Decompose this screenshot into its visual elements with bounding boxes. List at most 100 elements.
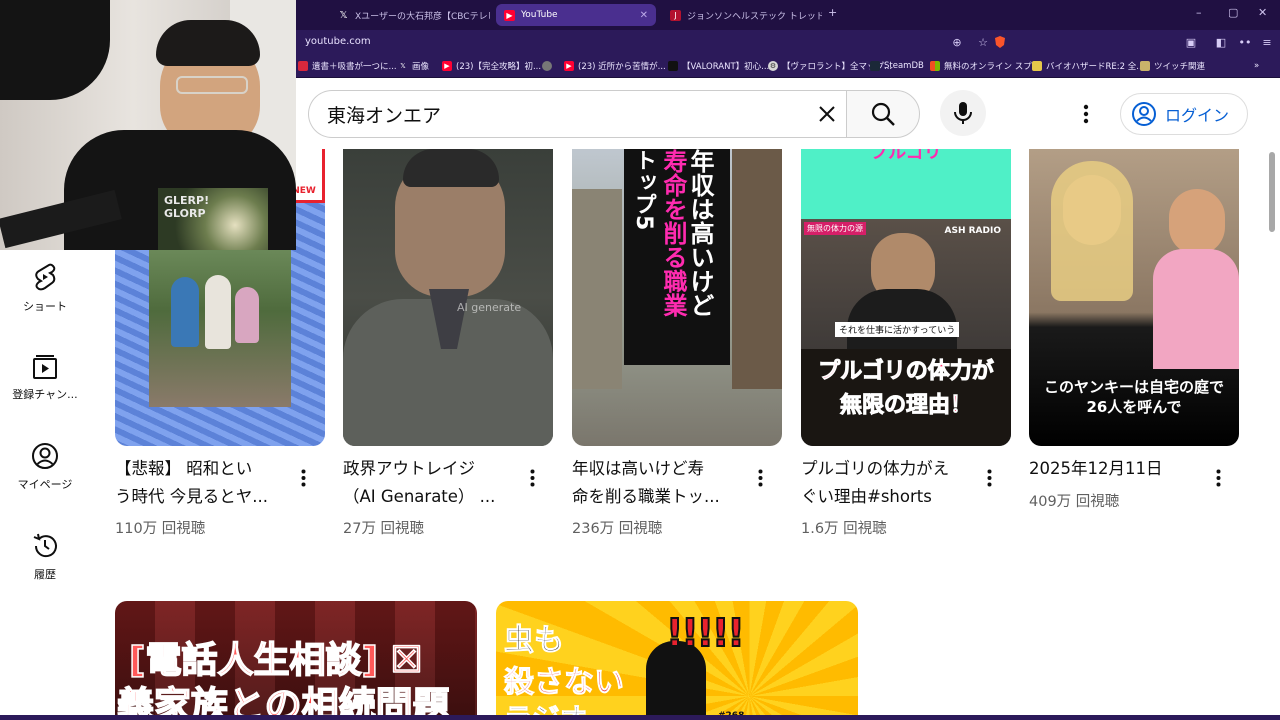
thumbnail-face: [1169, 189, 1225, 255]
johnson-icon: J: [670, 9, 681, 21]
tab-x-post[interactable]: 𝕏 Xユーザーの大石邦彦【CBCテレビ解説委: [330, 4, 490, 26]
video-menu-button[interactable]: [295, 464, 311, 492]
shorts-icon: [35, 263, 56, 291]
thumbnail-subtitle: それを仕事に活かすっていう: [835, 322, 960, 337]
close-tab-icon[interactable]: ✕: [640, 10, 648, 21]
kebab-menu-icon: [1216, 469, 1220, 487]
video-title-1[interactable]: 【悲報】 昭和とい う時代 今見るとヤ...: [115, 455, 291, 511]
kebab-menu-icon: [1083, 104, 1089, 124]
clear-search-button[interactable]: [810, 97, 844, 131]
bookmark-star-icon[interactable]: ☆: [976, 35, 990, 49]
sidebar-item-mypage[interactable]: マイページ: [0, 442, 90, 492]
thumbnail-figure: [205, 275, 231, 349]
bookmark-item[interactable]: ▶ (23) 近所から苦情が...: [564, 58, 666, 74]
x-logo-icon: 𝕏: [339, 9, 348, 21]
search-button[interactable]: [846, 90, 920, 138]
minimize-button[interactable]: –: [1196, 6, 1202, 19]
sidebar-item-shorts[interactable]: ショート: [0, 262, 90, 314]
login-button[interactable]: ログイン: [1120, 93, 1248, 135]
settings-more-button[interactable]: [1072, 98, 1100, 130]
microphone-icon: [954, 102, 972, 124]
screen: 𝕏 Xユーザーの大石邦彦【CBCテレビ解説委 ▶ YouTube ✕ J ジョン…: [0, 0, 1280, 720]
sidebar-item-subscriptions[interactable]: 登録チャン...: [0, 352, 90, 402]
thumbnail-building: [732, 149, 782, 389]
extension-icon[interactable]: ••: [1238, 35, 1252, 49]
video-menu-button[interactable]: [752, 464, 768, 492]
thumbnail-building: [572, 189, 622, 389]
zoom-icon[interactable]: ⊕: [950, 35, 964, 49]
url-field[interactable]: youtube.com: [305, 36, 371, 47]
thumbnail-hair: [403, 149, 499, 187]
bookmark-item[interactable]: 【VALORANT】初心...: [668, 58, 769, 74]
title-line: ぐい理由#shorts: [801, 487, 932, 506]
tab-johnson[interactable]: J ジョンソンヘルステック トレッドミル 業務用: [662, 4, 822, 26]
webcam-shirt-text: GLERP! GLORP: [164, 194, 210, 220]
bookmark-label: 画像: [412, 62, 430, 72]
thumbnail-shirt: [847, 289, 957, 353]
video-menu-button[interactable]: [1210, 464, 1226, 492]
bookmark-folder[interactable]: ツイッチ関連: [1140, 58, 1205, 74]
sidebar-item-label: 登録チャン...: [12, 388, 78, 401]
thumbnail-title-2: 殺さない: [504, 665, 625, 701]
kebab-menu-icon: [758, 469, 762, 487]
webcam-hair: [156, 20, 260, 66]
bookmark-label: SteamDB: [884, 61, 924, 71]
bookmark-item[interactable]: 遺書＋吸書が一つに...: [298, 58, 397, 74]
thumbnail-top-text: プルゴリ: [870, 149, 942, 163]
scrollbar-thumb[interactable]: [1269, 152, 1275, 232]
video-title-3[interactable]: 年収は高いけど寿 命を削る職業トッ...: [572, 455, 748, 511]
video-thumbnail-4[interactable]: プルゴリ 無限の体力の源 ASH RADIO それを仕事に活かすっていう プルゴ…: [801, 149, 1011, 446]
tab-youtube[interactable]: ▶ YouTube ✕: [496, 4, 656, 26]
view-count: 27万 回視聴: [343, 521, 425, 537]
bookmark-label: (23)【完全攻略】初...: [456, 62, 542, 72]
ai-watermark: AI generate: [457, 301, 522, 314]
thumbnail-figure: [235, 287, 259, 343]
thumbnail-big-text-1: プルゴリの体力が: [818, 359, 995, 385]
video-title-5[interactable]: 2025年12月11日: [1029, 455, 1209, 483]
video-menu-button[interactable]: [524, 464, 540, 492]
microsoft-icon: [930, 61, 940, 71]
sidebar-item-label: 履歴: [34, 568, 56, 581]
bookmark-item[interactable]: ▶ (23)【完全攻略】初...: [442, 58, 541, 74]
thumbnail-exclaim: !!!!!: [665, 610, 746, 656]
thumbnail-brand: ASH RADIO: [944, 226, 1001, 236]
bookmark-item[interactable]: 𝕏 画像: [398, 58, 429, 74]
video-thumbnail-5[interactable]: このヤンキーは自宅の庭で 26人を呼んで: [1029, 149, 1239, 446]
bookmark-item[interactable]: [542, 58, 556, 74]
video-thumbnail-2[interactable]: AI generate: [343, 149, 553, 446]
gear-circle-icon: ⚙: [768, 61, 778, 71]
bookmark-item[interactable]: バイオハザードRE:2 全...: [1032, 58, 1144, 74]
search-input[interactable]: [327, 100, 787, 128]
video-menu-button[interactable]: [981, 464, 997, 492]
video-thumbnail-7[interactable]: 虫も 殺さない ラジオ !!!!! #268: [496, 601, 858, 720]
bookmark-item[interactable]: 無料のオンライン スプ...: [930, 58, 1040, 74]
voice-search-button[interactable]: [940, 90, 986, 136]
title-line: 命を削る職業トッ...: [572, 487, 720, 506]
sidebar-item-history[interactable]: 履歴: [0, 532, 90, 582]
thumbnail-shirt: [1153, 249, 1239, 369]
thumbnail-photo: [149, 247, 291, 407]
folder-icon: [1140, 61, 1150, 71]
my-page-icon: [32, 443, 58, 469]
screenshot-icon[interactable]: ▣: [1184, 35, 1198, 49]
subscriptions-icon: [33, 355, 57, 379]
sidebar-item-label: マイページ: [17, 478, 73, 491]
video-title-4[interactable]: プルゴリの体力がえ ぐい理由#shorts: [801, 455, 981, 511]
title-line: 【悲報】 昭和とい: [115, 459, 253, 478]
thumbnail-title-1: 虫も: [504, 623, 565, 659]
video-title-2[interactable]: 政界アウトレイジ （AI Genarate） ...: [343, 455, 519, 511]
sidebar-toggle-icon[interactable]: ◧: [1214, 35, 1228, 49]
bookmark-overflow-button[interactable]: »: [1254, 58, 1259, 74]
new-tab-button[interactable]: +: [828, 6, 837, 19]
brave-shield-icon[interactable]: [992, 35, 1008, 49]
scrollbar[interactable]: [1268, 149, 1276, 720]
login-label: ログイン: [1165, 106, 1230, 125]
search-icon: [871, 102, 895, 126]
video-thumbnail-3[interactable]: 年収は高いけど 寿命を削る職業 トップ5: [572, 149, 782, 446]
menu-icon[interactable]: ≡: [1260, 35, 1274, 49]
video-thumbnail-6[interactable]: [電話人生相談] ☒ 義家族との相続問題: [115, 601, 477, 720]
close-window-button[interactable]: ✕: [1258, 6, 1267, 19]
tab-label: YouTube: [521, 10, 558, 20]
bookmark-item[interactable]: SteamDB: [870, 58, 924, 74]
restore-button[interactable]: ▢: [1228, 6, 1238, 19]
